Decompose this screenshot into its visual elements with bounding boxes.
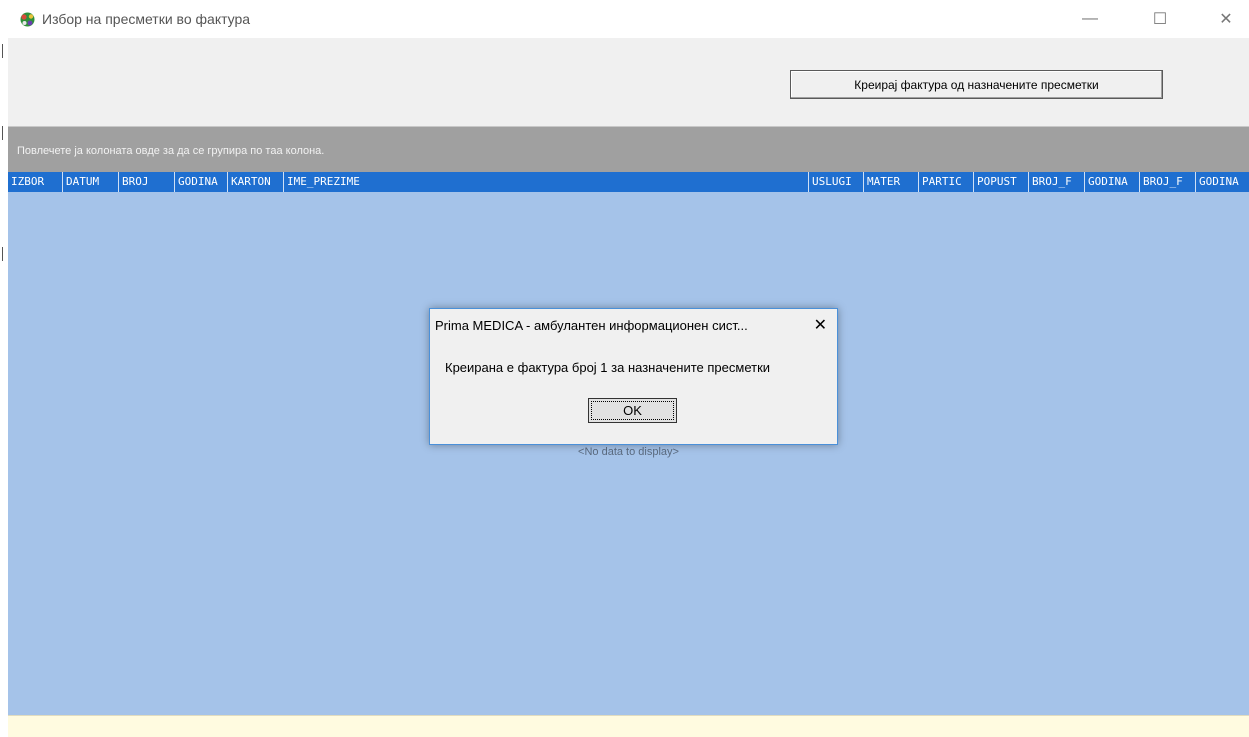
grid-footer <box>8 715 1249 737</box>
dialog-title: Prima MEDICA - амбулантен информационен … <box>435 318 748 333</box>
message-dialog: Prima MEDICA - амбулантен информационен … <box>429 308 838 445</box>
dialog-close-icon[interactable]: ✕ <box>814 315 827 335</box>
window-titlebar: Избор на пресметки во фактура — ☐ ✕ <box>8 0 1249 38</box>
toolbar: Креирај фактура од назначените пресметки <box>8 38 1249 127</box>
maximize-button[interactable]: ☐ <box>1137 0 1183 38</box>
column-header-godina-f-2[interactable]: GODINA <box>1196 172 1249 192</box>
column-header-mater[interactable]: MATER <box>864 172 919 192</box>
maximize-icon: ☐ <box>1152 11 1168 28</box>
column-header-karton[interactable]: KARTON <box>228 172 284 192</box>
column-header-uslugi[interactable]: USLUGI <box>809 172 864 192</box>
column-header-godina-f[interactable]: GODINA <box>1085 172 1140 192</box>
column-header-datum[interactable]: DATUM <box>63 172 119 192</box>
create-invoice-button[interactable]: Креирај фактура од назначените пресметки <box>790 70 1163 99</box>
edge-tick <box>2 247 3 261</box>
dialog-message: Креирана е фактура број 1 за назначените… <box>445 360 771 375</box>
grid-body[interactable]: <No data to display> <box>8 192 1249 715</box>
column-header-godina[interactable]: GODINA <box>175 172 228 192</box>
column-header-broj[interactable]: BROJ <box>119 172 175 192</box>
close-icon: ✕ <box>1219 11 1233 28</box>
minimize-icon: — <box>1082 10 1098 27</box>
edge-tick <box>2 44 3 58</box>
grid-header: IZBOR DATUM BROJ GODINA KARTON IME_PREZI… <box>8 172 1249 192</box>
close-button[interactable]: ✕ <box>1203 0 1249 38</box>
app-flower-icon <box>20 12 35 27</box>
group-by-panel[interactable]: Повлечете ја колоната овде за да се груп… <box>8 127 1249 172</box>
column-header-ime-prezime[interactable]: IME_PREZIME <box>284 172 809 192</box>
column-header-popust[interactable]: POPUST <box>974 172 1029 192</box>
column-header-izbor[interactable]: IZBOR <box>8 172 63 192</box>
left-edge <box>0 0 8 736</box>
edge-tick <box>2 126 3 140</box>
ok-button[interactable]: OK <box>588 398 677 423</box>
minimize-button[interactable]: — <box>1067 0 1113 38</box>
empty-grid-message: <No data to display> <box>578 446 679 458</box>
group-by-hint: Повлечете ја колоната овде за да се груп… <box>17 145 325 157</box>
column-header-broj-f-2[interactable]: BROJ_F <box>1140 172 1196 192</box>
column-header-partic[interactable]: PARTIC <box>919 172 974 192</box>
column-header-broj-f[interactable]: BROJ_F <box>1029 172 1085 192</box>
window-title: Избор на пресметки во фактура <box>42 11 251 27</box>
